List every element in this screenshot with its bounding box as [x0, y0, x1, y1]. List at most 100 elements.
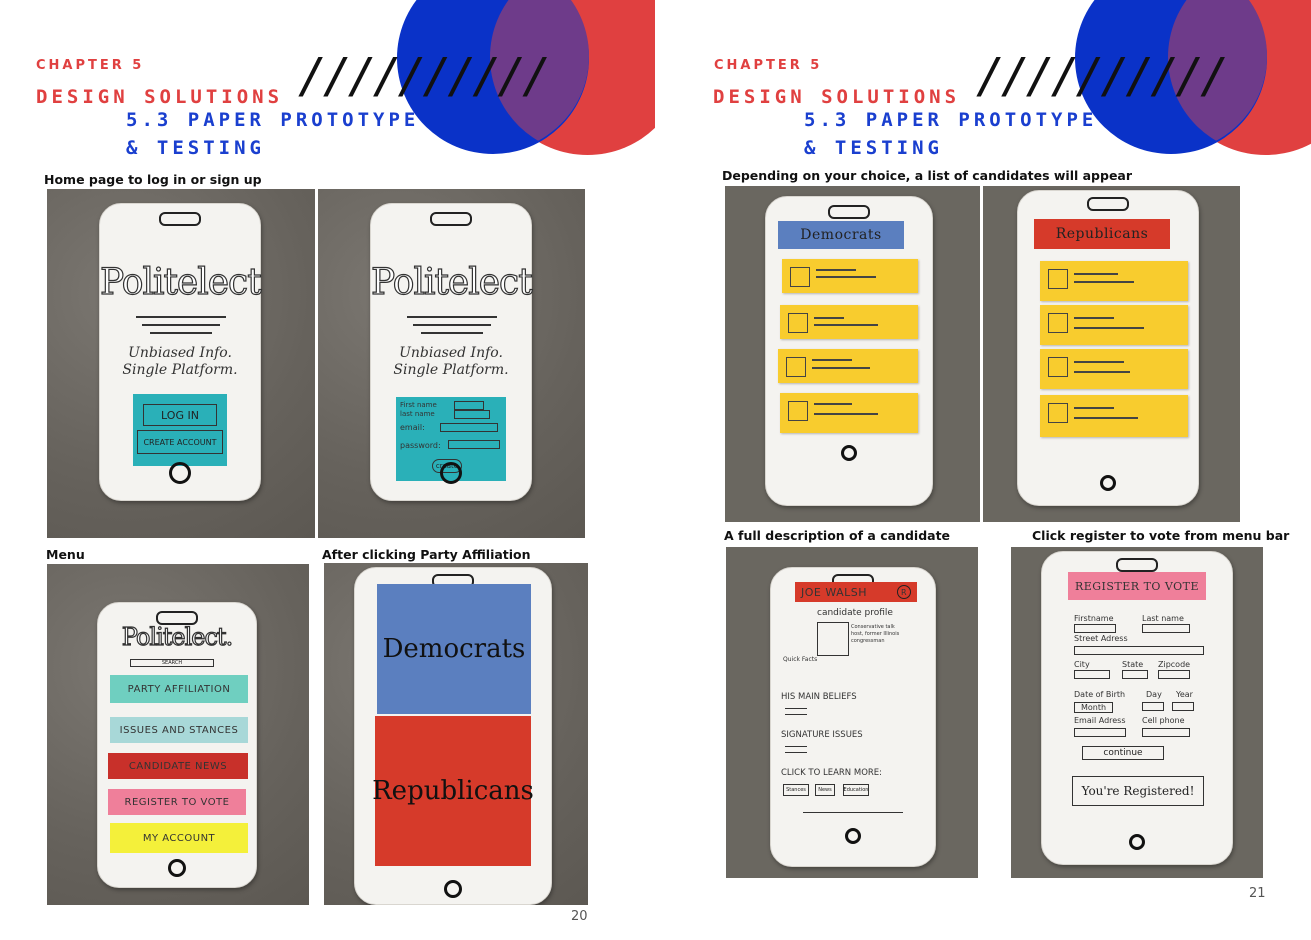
chapter-label: CHAPTER 5 [36, 58, 145, 73]
sketch-news-button: News [815, 784, 835, 796]
sketch-search-bar: SEARCH [130, 659, 214, 667]
sketch-candidate-card [780, 393, 918, 433]
sketch-menu-candidate-news: CANDIDATE NEWS [108, 753, 248, 779]
sketch-line [407, 316, 497, 318]
sketch-firstname-label: Firstname [1074, 614, 1114, 623]
phone-sketch: Politelect Unbiased Info. Single Platfor… [370, 203, 533, 501]
caption-party: After clicking Party Affiliation [322, 547, 531, 562]
sketch-candidate-card [1040, 395, 1188, 437]
sketch-line [785, 746, 807, 747]
sketch-registered-message: You're Registered! [1072, 776, 1204, 806]
sketch-candidate-portrait [817, 622, 849, 656]
sketch-learn-more: CLICK TO LEARN MORE: [781, 768, 883, 778]
sketch-zip-field [1158, 670, 1190, 679]
home-button-icon [845, 828, 861, 844]
phone-sketch: Republicans [1017, 190, 1199, 506]
sketch-candidate-name-header: JOE WALSH R [795, 582, 917, 602]
page-number: 21 [1249, 886, 1266, 901]
sketch-menu-register: REGISTER TO VOTE [108, 789, 246, 815]
sketch-education-button: Education [843, 784, 869, 796]
caption-list: Depending on your choice, a list of cand… [722, 168, 1133, 183]
home-button-icon [444, 880, 462, 898]
sketch-line [785, 752, 807, 753]
phone-sketch: REGISTER TO VOTE Firstname Last name Str… [1041, 551, 1233, 865]
phone-sketch: Democrats [765, 196, 933, 506]
photo-register-screen: REGISTER TO VOTE Firstname Last name Str… [1011, 547, 1263, 878]
sketch-quick-facts: Quick Facts [783, 656, 818, 663]
section-title: DESIGN SOLUTIONS [713, 86, 961, 108]
photo-party-screen: Democrats Republicans [324, 563, 588, 905]
sketch-menu-logo: Politelect. [121, 622, 234, 651]
sketch-firstname-field [1074, 624, 1116, 633]
sketch-dob-label: Date of Birth [1074, 690, 1126, 699]
sketch-logo: Politelect [370, 261, 533, 303]
sketch-month-field: Month [1074, 702, 1114, 713]
sketch-democrats-header: Democrats [778, 221, 904, 249]
sketch-year-field [1172, 702, 1194, 711]
sketch-line [803, 812, 903, 813]
sketch-menu-my-account: MY ACCOUNT [110, 823, 248, 853]
sketch-tagline-2: Single Platform. [122, 362, 238, 378]
speaker-icon [828, 205, 870, 219]
speaker-icon [159, 212, 201, 226]
sketch-firstname-label: First name [400, 401, 437, 409]
sketch-state-label: State [1122, 660, 1144, 669]
subsection-title: 5.3 PAPER PROTOTYPE [126, 109, 420, 131]
sketch-continue-button: continue [1082, 746, 1164, 760]
sketch-candidate-bio: Conservative talk host, former Illinois … [851, 624, 900, 644]
sketch-zip-label: Zipcode [1158, 660, 1191, 669]
sketch-year-label: Year [1176, 690, 1193, 699]
subsection-title: 5.3 PAPER PROTOTYPE [804, 109, 1098, 131]
sketch-password-field [448, 440, 500, 449]
sketch-password-label: password: [400, 441, 441, 450]
caption-home: Home page to log in or sign up [44, 172, 262, 187]
right-page: CHAPTER 5 DESIGN SOLUTIONS 5.3 PAPER PRO… [656, 0, 1311, 940]
sketch-login-button: LOG IN [143, 404, 217, 426]
phone-sketch: Democrats Republicans [354, 567, 552, 905]
sketch-street-field [1074, 646, 1204, 655]
photo-democrats-list: Democrats [725, 186, 980, 522]
sketch-lastname-label: last name [400, 410, 435, 418]
sketch-email-field [440, 423, 498, 432]
sketch-tagline-1: Unbiased Info. [128, 345, 232, 361]
sketch-login-card: LOG IN CREATE ACCOUNT [133, 394, 227, 466]
sketch-republicans-header: Republicans [1034, 219, 1170, 249]
chapter-label: CHAPTER 5 [714, 58, 823, 73]
sketch-email-label: email: [400, 423, 425, 432]
sketch-menu-issues: ISSUES AND STANCES [110, 717, 248, 743]
speaker-icon [1087, 197, 1129, 211]
sketch-day-label: Day [1146, 690, 1162, 699]
sketch-candidate-card [1040, 349, 1188, 389]
sketch-line [785, 708, 807, 709]
caption-menu: Menu [46, 547, 85, 562]
caption-register: Click register to vote from menu bar [1032, 528, 1290, 543]
sketch-firstname-field [454, 401, 484, 410]
sketch-candidate-card [1040, 261, 1188, 301]
sketch-day-field [1142, 702, 1164, 711]
phone-sketch: Politelect. SEARCH PARTY AFFILIATION ISS… [97, 602, 257, 888]
sketch-tagline-1: Unbiased Info. [399, 345, 503, 361]
sketch-line [421, 332, 483, 334]
sketch-email-field [1074, 728, 1126, 737]
sketch-street-label: Street Adress [1074, 634, 1128, 643]
sketch-create-account-button: CREATE ACCOUNT [137, 430, 223, 454]
photo-login-screen: Politelect Unbiased Info. Single Platfor… [47, 189, 315, 538]
sketch-lastname-field [1142, 624, 1190, 633]
sketch-city-label: City [1074, 660, 1090, 669]
sketch-register-header: REGISTER TO VOTE [1068, 572, 1206, 600]
photo-signup-screen: Politelect Unbiased Info. Single Platfor… [318, 189, 585, 538]
sketch-democrats-card: Democrats [377, 584, 531, 714]
sketch-line [150, 332, 212, 334]
phone-sketch: Politelect Unbiased Info. Single Platfor… [99, 203, 262, 501]
sketch-line [785, 714, 807, 715]
sketch-line [136, 316, 226, 318]
home-button-icon [841, 445, 857, 461]
sketch-signature-issues: SIGNATURE ISSUES [781, 730, 863, 740]
sketch-email-label: Email Adress [1074, 716, 1126, 725]
speaker-icon [430, 212, 472, 226]
caption-description: A full description of a candidate [724, 528, 951, 543]
sketch-main-beliefs: HIS MAIN BELIEFS [781, 692, 857, 702]
sketch-candidate-name: JOE WALSH [801, 585, 868, 599]
sketch-candidate-card [782, 259, 918, 293]
slash-decoration: ////////// [976, 48, 1229, 104]
